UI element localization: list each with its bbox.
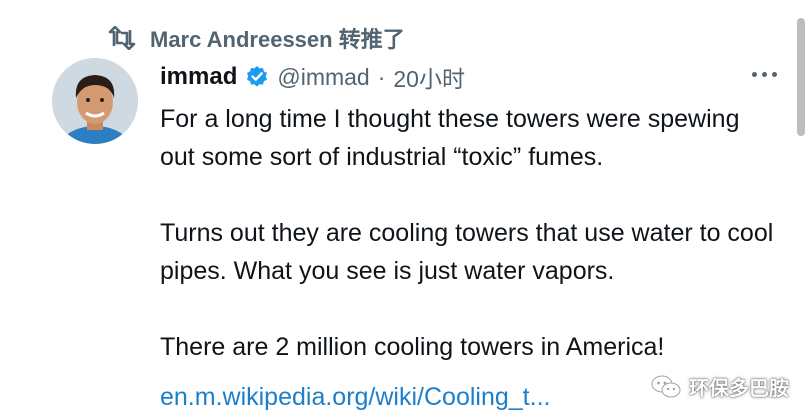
avatar[interactable] <box>52 58 138 144</box>
tweet-link[interactable]: en.m.wikipedia.org/wiki/Cooling_t... <box>160 383 550 412</box>
scrollbar[interactable] <box>797 18 805 136</box>
more-dot <box>772 71 777 77</box>
tweet-header: immad @immad · 20小时 <box>160 60 465 94</box>
more-dot <box>762 71 767 77</box>
more-dot <box>752 71 757 77</box>
more-options-icon[interactable] <box>752 64 777 84</box>
retweet-icon <box>108 26 136 50</box>
wechat-icon <box>651 374 681 400</box>
watermark: 环保多巴胺 <box>651 372 789 401</box>
watermark-text: 环保多巴胺 <box>689 378 789 400</box>
verified-badge-icon <box>245 65 269 89</box>
retweet-text: Marc Andreessen 转推了 <box>150 27 405 52</box>
author-name[interactable]: immad <box>160 63 237 91</box>
retweet-indicator[interactable]: Marc Andreessen 转推了 <box>108 22 405 54</box>
tweet-paragraph: For a long time I thought these towers w… <box>160 105 740 171</box>
tweet-paragraph: Turns out they are cooling towers that u… <box>160 219 774 285</box>
tweet-body: For a long time I thought these towers w… <box>160 100 780 366</box>
tweet-timestamp[interactable]: 20小时 <box>393 60 465 94</box>
tweet-paragraph: There are 2 million cooling towers in Am… <box>160 333 665 361</box>
author-handle[interactable]: @immad <box>277 64 369 91</box>
separator-dot: · <box>377 63 386 90</box>
